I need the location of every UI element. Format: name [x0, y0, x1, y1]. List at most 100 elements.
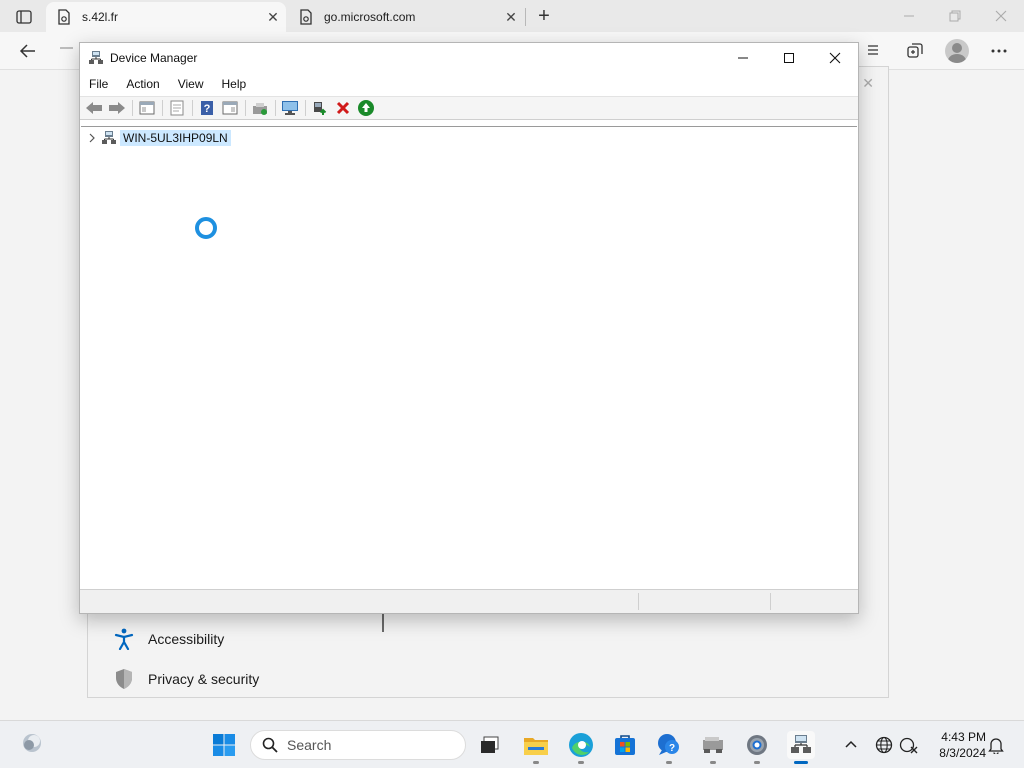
file-explorer-button[interactable] — [522, 731, 550, 764]
close-icon — [829, 52, 841, 64]
globe-icon — [875, 736, 893, 754]
clock-time: 4:43 PM — [941, 730, 986, 744]
uninstall-device-icon — [336, 101, 350, 115]
start-button[interactable] — [212, 733, 236, 757]
device-manager-titlebar[interactable]: Device Manager — [80, 43, 858, 73]
dm-maximize-button[interactable] — [766, 43, 812, 73]
properties-icon — [170, 100, 184, 116]
update-driver-button[interactable] — [249, 98, 271, 118]
scan-hardware-icon — [282, 101, 298, 115]
show-hide-console-tree-button[interactable] — [136, 98, 158, 118]
tab-close-button[interactable]: ✕ — [260, 7, 286, 27]
settings-button[interactable] — [743, 731, 771, 764]
menu-action[interactable]: Action — [117, 75, 168, 93]
forward-button[interactable] — [106, 98, 128, 118]
dm-minimize-button[interactable] — [720, 43, 766, 73]
device-manager-taskbar-button[interactable] — [787, 731, 815, 764]
expand-chevron-icon[interactable] — [87, 131, 97, 145]
menu-file[interactable]: File — [80, 75, 117, 93]
shield-icon — [112, 667, 136, 691]
search-input[interactable] — [287, 737, 447, 753]
menu-view[interactable]: View — [169, 75, 213, 93]
enable-device-icon — [314, 102, 327, 115]
minimize-button[interactable] — [886, 0, 932, 32]
enable-device-button[interactable] — [309, 98, 331, 118]
settings-item-privacy-security[interactable]: Privacy & security — [112, 664, 259, 694]
update-driver-icon — [253, 103, 267, 115]
edge-button[interactable] — [567, 731, 595, 764]
status-divider — [638, 593, 639, 610]
running-indicator — [666, 761, 672, 764]
svg-text:?: ? — [204, 103, 211, 115]
settings-more-button[interactable] — [984, 38, 1014, 64]
menu-bar: File Action View Help — [80, 73, 858, 95]
tab-close-button[interactable]: ✕ — [498, 7, 524, 27]
system-clock[interactable]: 4:43 PM 8/3/2024 — [928, 729, 986, 761]
window-title: Device Manager — [110, 51, 198, 65]
volume-network-button[interactable] — [899, 735, 919, 755]
back-button[interactable] — [83, 98, 105, 118]
browser-window-controls — [886, 0, 1024, 32]
running-indicator — [754, 761, 760, 764]
browser-tab-active[interactable]: s.42l.fr ✕ — [46, 2, 286, 32]
new-tab-button[interactable]: + — [534, 5, 554, 27]
help-button[interactable]: ? — [196, 98, 218, 118]
settings-item-accessibility[interactable]: Accessibility — [112, 624, 224, 654]
forward-button[interactable] — [58, 40, 78, 62]
network-drive-icon — [703, 737, 723, 753]
properties-button[interactable] — [166, 98, 188, 118]
collections-button[interactable] — [900, 38, 930, 64]
folder-icon — [524, 738, 548, 755]
menu-help[interactable]: Help — [213, 75, 256, 93]
uninstall-device-button[interactable] — [332, 98, 354, 118]
settings-item-label: Accessibility — [148, 631, 225, 647]
running-indicator — [578, 761, 584, 764]
tree-node-computer[interactable]: WIN-5UL3IHP09LN — [87, 129, 231, 147]
network-drive-button[interactable] — [699, 731, 727, 764]
profile-button[interactable] — [942, 38, 972, 64]
more-dots-icon — [991, 49, 1007, 53]
status-divider — [770, 593, 771, 610]
toolbar-separator — [192, 100, 193, 116]
weather-widget-button[interactable] — [18, 729, 46, 757]
scan-hardware-button[interactable] — [279, 98, 301, 118]
toolbar-separator — [275, 100, 276, 116]
show-hidden-icons-button[interactable] — [842, 735, 860, 753]
taskbar-search[interactable] — [250, 730, 466, 760]
forward-arrow-icon — [60, 47, 73, 49]
toolbar-separator — [305, 100, 306, 116]
browser-tab-inactive[interactable]: go.microsoft.com ✕ — [288, 2, 524, 32]
device-tree[interactable]: WIN-5UL3IHP09LN — [81, 126, 857, 588]
task-view-button[interactable] — [476, 731, 504, 759]
get-help-button[interactable]: ? — [655, 731, 683, 764]
running-indicator — [710, 761, 716, 764]
microsoft-store-button[interactable] — [611, 731, 639, 759]
favorites-button[interactable] — [858, 38, 888, 64]
store-icon — [615, 735, 635, 755]
notifications-button[interactable] — [986, 735, 1006, 755]
chevron-up-icon — [845, 740, 857, 748]
language-button[interactable] — [874, 735, 894, 755]
svg-text:?: ? — [669, 743, 675, 754]
browser-tab-strip: s.42l.fr ✕ go.microsoft.com ✕ + — [0, 0, 1024, 32]
browser-toolbar-right — [858, 38, 1014, 64]
panel-close-icon[interactable]: ✕ — [862, 75, 874, 92]
search-icon — [261, 736, 279, 754]
close-browser-button[interactable] — [978, 0, 1024, 32]
dm-close-button[interactable] — [812, 43, 858, 73]
loading-spinner-icon — [195, 217, 217, 239]
tab-actions-button[interactable] — [10, 7, 38, 27]
action-pane-button[interactable] — [219, 98, 241, 118]
help-icon: ? — [201, 101, 213, 115]
active-indicator — [794, 761, 808, 764]
taskbar: ? 4:43 PM 8/3/2024 — [0, 720, 1024, 768]
settings-item-label: Privacy & security — [148, 671, 260, 687]
update-green-button[interactable] — [355, 98, 377, 118]
settings-gear-icon — [747, 735, 767, 755]
tab-title: s.42l.fr — [82, 10, 119, 24]
device-manager-window-controls — [720, 43, 858, 73]
close-icon — [995, 10, 1007, 22]
restore-button[interactable] — [932, 0, 978, 32]
minimize-icon — [904, 15, 914, 17]
back-button[interactable] — [14, 40, 42, 62]
